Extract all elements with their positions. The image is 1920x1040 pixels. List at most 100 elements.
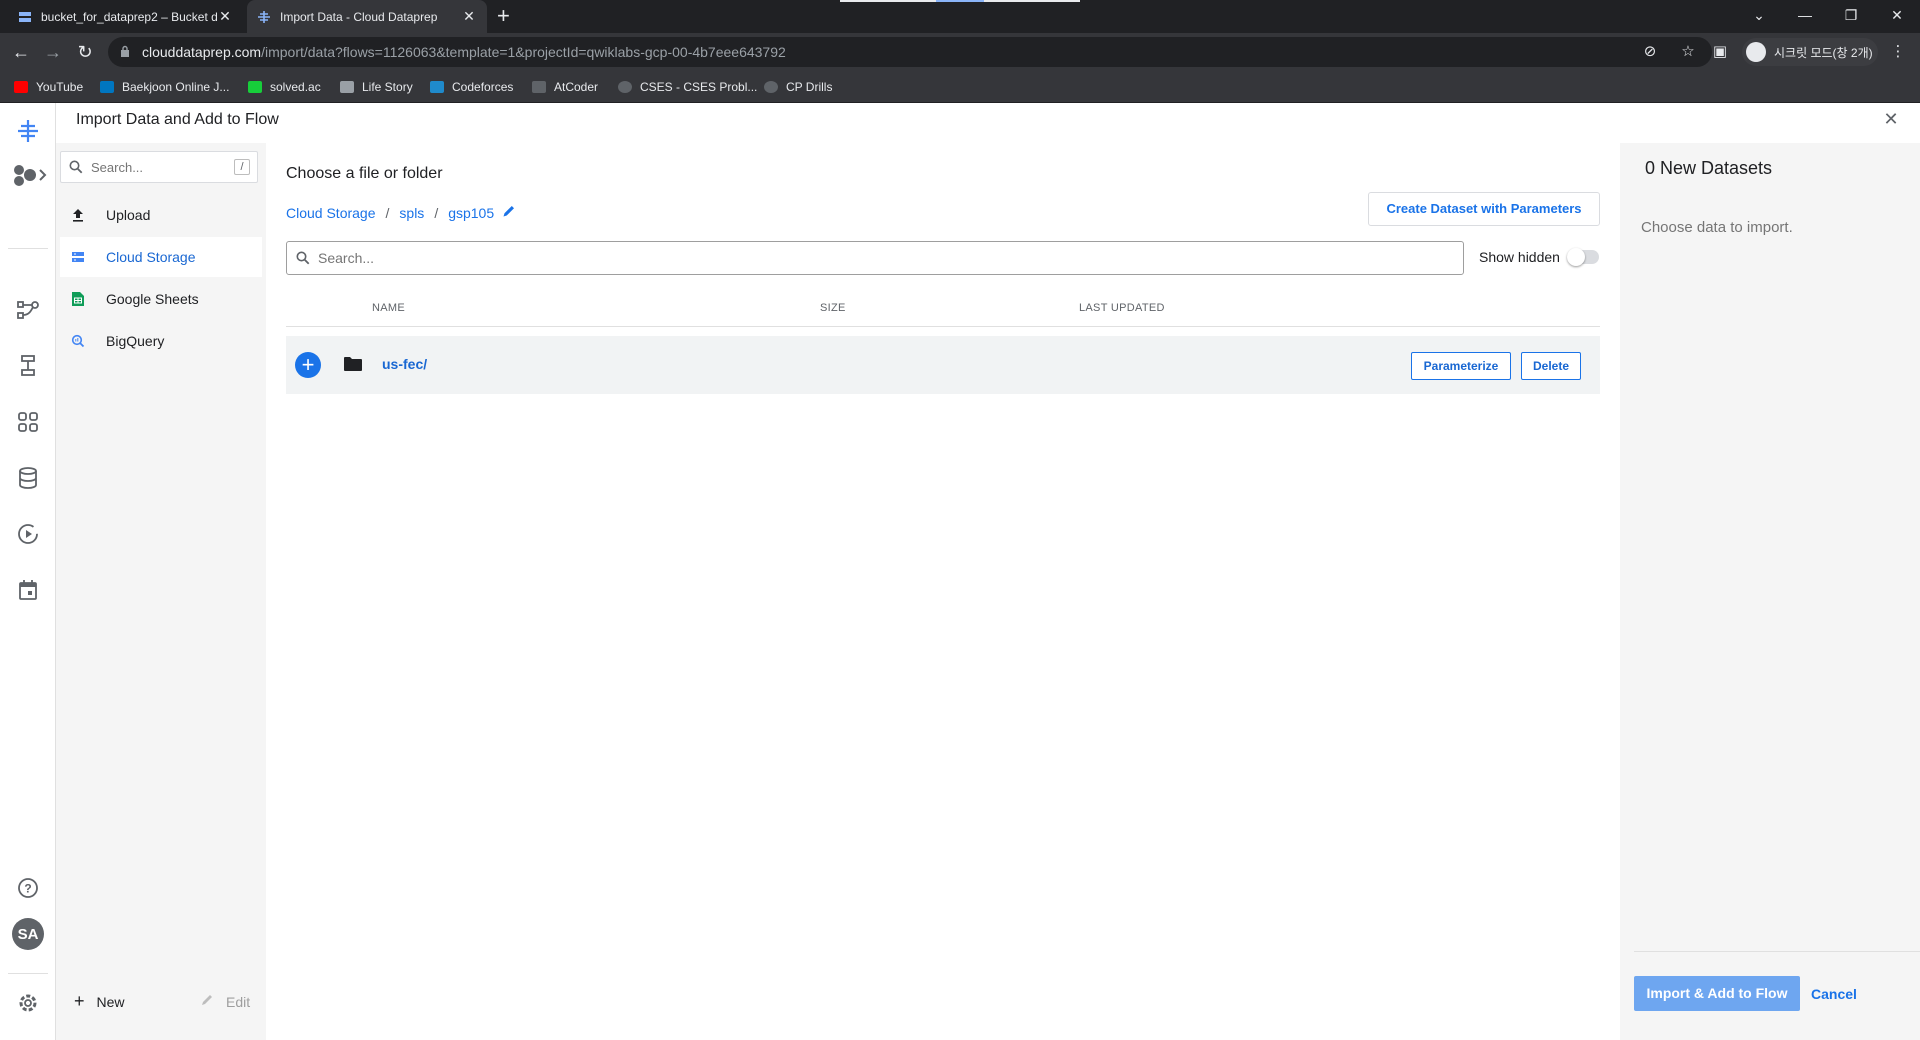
table-header: NAME SIZE LAST UPDATED xyxy=(286,287,1600,327)
show-hidden-label: Show hidden xyxy=(1479,249,1560,265)
bigquery-icon xyxy=(70,333,86,349)
bookmark-solved-ac[interactable]: solved.ac xyxy=(248,79,321,95)
folder-name-link[interactable]: us-fec/ xyxy=(382,356,427,372)
bookmark-cses[interactable]: CSES - CSES Probl... xyxy=(618,79,757,95)
source-item-label: Cloud Storage xyxy=(106,249,196,265)
breadcrumb-spls[interactable]: spls xyxy=(399,205,424,221)
sheets-icon xyxy=(70,291,86,307)
lock-icon xyxy=(121,45,129,57)
storage-icon xyxy=(70,249,86,265)
source-item-label: Google Sheets xyxy=(106,291,199,307)
side-panel-icon[interactable]: ▣ xyxy=(1712,44,1728,60)
bookmark-star-icon[interactable]: ☆ xyxy=(1680,44,1696,60)
schedule-calendar-icon[interactable] xyxy=(14,576,42,604)
bookmark-atcoder[interactable]: AtCoder xyxy=(532,79,598,95)
plans-icon[interactable] xyxy=(14,352,42,380)
breadcrumb: Cloud Storage / spls / gsp105 xyxy=(286,204,516,221)
eye-off-icon[interactable]: ⊘ xyxy=(1642,44,1658,60)
dialog-close-icon[interactable]: ✕ xyxy=(1882,110,1900,128)
search-placeholder: Search... xyxy=(91,160,144,175)
column-header-last-updated[interactable]: LAST UPDATED xyxy=(1079,302,1165,314)
job-history-icon[interactable] xyxy=(14,520,42,548)
settings-gear-icon[interactable] xyxy=(14,989,42,1017)
bookmark-codeforces[interactable]: Codeforces xyxy=(430,79,513,95)
new-datasets-panel: 0 New Datasets Choose data to import. Im… xyxy=(1620,143,1920,1040)
svg-text:?: ? xyxy=(24,882,31,896)
browser-menu-icon[interactable]: ⋮ xyxy=(1890,44,1906,60)
file-search-input[interactable] xyxy=(318,247,1448,269)
column-header-name[interactable]: NAME xyxy=(372,302,405,314)
add-dataset-plus-button[interactable]: + xyxy=(295,352,321,378)
forward-icon[interactable]: → xyxy=(41,41,65,63)
edit-path-pencil-icon[interactable] xyxy=(502,204,516,221)
tab-scroll-indicator xyxy=(840,0,1080,2)
breadcrumb-cloud-storage[interactable]: Cloud Storage xyxy=(286,205,376,221)
dialog-title: Import Data and Add to Flow xyxy=(76,111,279,128)
source-item-upload[interactable]: Upload xyxy=(60,195,262,235)
column-header-size[interactable]: SIZE xyxy=(820,302,846,314)
source-item-google-sheets[interactable]: Google Sheets xyxy=(60,279,262,319)
source-item-bigquery[interactable]: BigQuery xyxy=(60,321,262,361)
divider xyxy=(1634,951,1920,952)
dataprep-logo-icon[interactable] xyxy=(14,117,42,145)
browser-tab-import-data[interactable]: Import Data - Cloud Dataprep ✕ xyxy=(247,0,487,33)
table-row[interactable]: + us-fec/ Parameterize Delete xyxy=(286,336,1600,394)
incognito-profile-button[interactable]: 시크릿 모드(창 2개) xyxy=(1742,38,1878,66)
tab-close-icon[interactable]: ✕ xyxy=(461,8,477,25)
show-hidden-toggle[interactable] xyxy=(1567,248,1599,266)
create-dataset-with-parameters-button[interactable]: Create Dataset with Parameters xyxy=(1368,192,1600,226)
bookmark-cp-drills[interactable]: CP Drills xyxy=(764,79,832,95)
profile-label: 시크릿 모드(창 2개) xyxy=(1774,45,1873,60)
storage-bucket-icon xyxy=(19,11,31,22)
breadcrumb-gsp105[interactable]: gsp105 xyxy=(448,205,494,221)
app-nav-rail: ? SA xyxy=(0,103,56,1040)
url-text: clouddataprep.com/import/data?flows=1126… xyxy=(142,44,786,60)
search-icon xyxy=(296,251,310,265)
help-icon[interactable]: ? xyxy=(14,874,42,902)
browser-tab-bucket[interactable]: bucket_for_dataprep2 – Bucket d ✕ xyxy=(8,0,243,33)
edit-connection-button[interactable]: Edit xyxy=(200,991,250,1012)
back-icon[interactable]: ← xyxy=(9,41,33,63)
flows-icon[interactable] xyxy=(14,296,42,324)
file-browser: Choose a file or folder Cloud Storage / … xyxy=(266,143,1620,1040)
dataprep-logo-icon xyxy=(258,10,270,23)
file-search-field[interactable] xyxy=(286,241,1464,275)
bookmark-youtube[interactable]: YouTube xyxy=(14,79,83,95)
breadcrumb-separator: / xyxy=(385,204,390,221)
new-tab-button[interactable]: + xyxy=(497,4,510,28)
tab-close-icon[interactable]: ✕ xyxy=(217,8,233,25)
bookmark-baekjoon[interactable]: Baekjoon Online J... xyxy=(100,79,229,95)
minimize-icon[interactable]: — xyxy=(1782,0,1828,30)
library-icon[interactable] xyxy=(14,408,42,436)
plus-icon: + xyxy=(74,991,85,1011)
tab-search-icon[interactable]: ⌄ xyxy=(1736,0,1782,30)
file-browser-heading: Choose a file or folder xyxy=(286,165,443,182)
bookmarks-bar: YouTube Baekjoon Online J... solved.ac L… xyxy=(0,71,1920,103)
search-icon xyxy=(69,160,83,174)
dataprep-app: ? SA Import Data and Add to Flow ✕ Searc… xyxy=(0,103,1920,1040)
user-avatar[interactable]: SA xyxy=(12,918,44,950)
expand-nav-icon[interactable] xyxy=(10,161,50,189)
empty-state-text: Choose data to import. xyxy=(1641,219,1793,236)
source-panel: Search... / Upload Cloud Storage Google … xyxy=(56,143,266,1040)
parameterize-button[interactable]: Parameterize xyxy=(1411,352,1511,380)
address-bar[interactable]: clouddataprep.com/import/data?flows=1126… xyxy=(108,37,1712,67)
browser-toolbar: ← → ↻ clouddataprep.com/import/data?flow… xyxy=(0,33,1920,71)
cancel-button[interactable]: Cancel xyxy=(1811,986,1857,1002)
search-shortcut-key: / xyxy=(234,159,250,175)
source-item-cloud-storage[interactable]: Cloud Storage xyxy=(60,237,262,277)
browser-tabstrip: bucket_for_dataprep2 – Bucket d ✕ Import… xyxy=(0,0,1920,33)
source-search-input[interactable]: Search... / xyxy=(60,151,258,183)
window-close-icon[interactable]: ✕ xyxy=(1874,0,1920,30)
source-item-label: Upload xyxy=(106,207,151,223)
delete-button[interactable]: Delete xyxy=(1521,352,1581,380)
import-add-to-flow-button[interactable]: Import & Add to Flow xyxy=(1634,976,1800,1011)
folder-icon xyxy=(344,357,362,371)
database-icon[interactable] xyxy=(14,464,42,492)
new-connection-button[interactable]: + New xyxy=(74,991,125,1012)
reload-icon[interactable]: ↻ xyxy=(73,41,97,63)
bookmark-life-story[interactable]: Life Story xyxy=(340,79,413,95)
restore-icon[interactable]: ❐ xyxy=(1828,0,1874,30)
upload-icon xyxy=(70,207,86,223)
pencil-icon xyxy=(200,991,214,1012)
